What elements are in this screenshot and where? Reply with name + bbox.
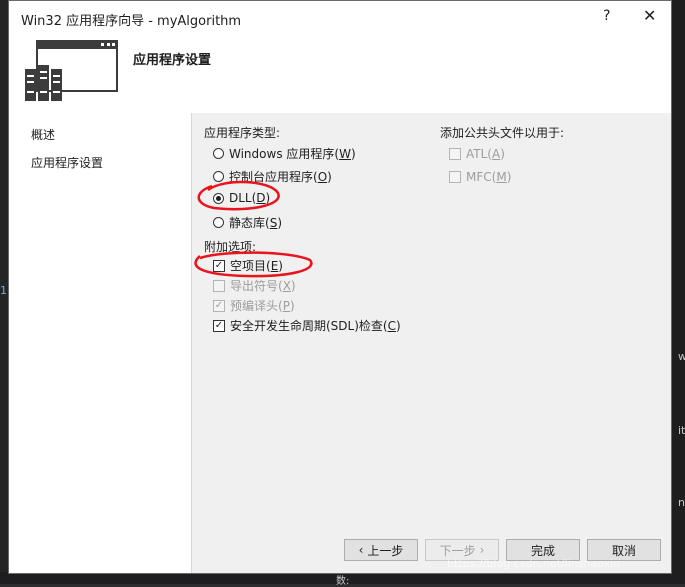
chevron-right-icon: › <box>479 543 485 557</box>
app-type-label: 应用程序类型: <box>204 126 281 140</box>
check-atl-text: ATL( <box>466 147 492 161</box>
radio-dll-key: D <box>256 191 266 205</box>
check-atl-key: A <box>491 147 501 161</box>
title-bar: Win32 应用程序向导 - myAlgorithm ? ✕ <box>9 1 671 35</box>
radio-static-lib-circle[interactable] <box>213 217 224 228</box>
radio-windows-app[interactable]: Windows 应用程序(W) <box>213 145 356 162</box>
radio-windows-app-key: W <box>339 147 351 161</box>
radio-dll-close: ) <box>265 191 271 205</box>
check-precompiled-header-key: P <box>282 299 290 313</box>
radio-console-app-text: 控制台应用程序( <box>229 170 318 184</box>
check-export-symbols-box[interactable] <box>213 279 225 292</box>
ide-right-text-2: it <box>678 424 685 437</box>
ide-right-text-1: w <box>678 350 685 363</box>
check-mfc-key: M <box>496 170 507 184</box>
close-button[interactable]: ✕ <box>643 6 656 25</box>
check-precompiled-header-box[interactable]: ✓ <box>213 299 225 312</box>
common-headers-label: 添加公共头文件以用于: <box>440 126 565 140</box>
check-sdl-close: ) <box>395 319 401 333</box>
check-precompiled-header[interactable]: ✓ 预编译头(P) <box>213 297 295 314</box>
ide-right-text-3: ng <box>678 496 685 509</box>
check-sdl-box[interactable]: ✓ <box>213 319 225 332</box>
page-title: 应用程序设置 <box>133 53 212 68</box>
finish-button-label: 完成 <box>530 543 555 558</box>
radio-static-lib[interactable]: 静态库(S) <box>213 214 282 231</box>
radio-static-lib-close: ) <box>277 216 282 230</box>
check-sdl-text: 安全开发生命周期(SDL)检查( <box>230 319 388 333</box>
check-empty-project-box[interactable]: ✓ <box>213 259 225 272</box>
wizard-dialog: Win32 应用程序向导 - myAlgorithm ? ✕ 应用程序设置 概述 <box>8 0 672 574</box>
radio-dll-circle[interactable] <box>213 192 224 204</box>
prev-button-label: 上一步 <box>367 543 404 558</box>
wizard-window-icon <box>25 40 118 101</box>
radio-windows-app-circle[interactable] <box>213 148 224 159</box>
check-sdl-key: C <box>387 319 396 333</box>
nav-item-overview[interactable]: 概述 <box>31 126 55 143</box>
check-export-symbols-key: X <box>282 279 291 293</box>
check-empty-project-text: 空项目( <box>230 259 271 273</box>
check-atl-close: ) <box>500 147 505 161</box>
prev-button[interactable]: ‹ 上一步 <box>344 539 418 561</box>
ide-bottom-text: 数: <box>336 576 350 587</box>
check-precompiled-header-close: ) <box>289 299 295 313</box>
watermark-text: https://blog.csdn.net/linshaoxin <box>447 557 621 570</box>
radio-windows-app-text: Windows 应用程序( <box>229 147 340 161</box>
radio-console-app[interactable]: 控制台应用程序(O) <box>213 168 332 185</box>
radio-windows-app-close: ) <box>350 147 356 161</box>
ide-left-glyph: 1 <box>0 284 7 297</box>
check-export-symbols[interactable]: 导出符号(X) <box>213 277 296 294</box>
next-button-label: 下一步 <box>439 543 476 558</box>
radio-static-lib-text: 静态库( <box>229 216 270 230</box>
radio-dll[interactable]: DLL(D) <box>213 191 270 205</box>
radio-dll-text: DLL( <box>229 191 257 205</box>
check-empty-project-close: ) <box>278 259 283 273</box>
check-mfc-box[interactable] <box>449 171 461 183</box>
check-export-symbols-close: ) <box>290 279 296 293</box>
wizard-header: 应用程序设置 <box>9 35 671 114</box>
window-title: Win32 应用程序向导 - myAlgorithm <box>21 14 242 29</box>
help-button[interactable]: ? <box>603 8 610 24</box>
check-atl[interactable]: ATL(A) <box>449 147 505 161</box>
wizard-nav: 概述 应用程序设置 <box>9 113 191 573</box>
radio-console-app-key: O <box>317 170 328 184</box>
check-empty-project[interactable]: ✓ 空项目(E) <box>213 257 283 274</box>
additional-options-label: 附加选项: <box>204 240 257 254</box>
check-precompiled-header-text: 预编译头( <box>230 299 283 313</box>
check-mfc-text: MFC( <box>466 170 497 184</box>
cancel-button-label: 取消 <box>611 543 636 558</box>
check-export-symbols-text: 导出符号( <box>230 279 283 293</box>
check-mfc[interactable]: MFC(M) <box>449 170 511 184</box>
check-atl-box[interactable] <box>449 148 461 160</box>
chevron-left-icon: ‹ <box>358 543 364 557</box>
nav-item-app-settings[interactable]: 应用程序设置 <box>31 154 103 171</box>
radio-console-app-close: ) <box>327 170 332 184</box>
check-sdl[interactable]: ✓ 安全开发生命周期(SDL)检查(C) <box>213 317 401 334</box>
check-mfc-close: ) <box>506 170 512 184</box>
radio-console-app-circle[interactable] <box>213 171 224 182</box>
